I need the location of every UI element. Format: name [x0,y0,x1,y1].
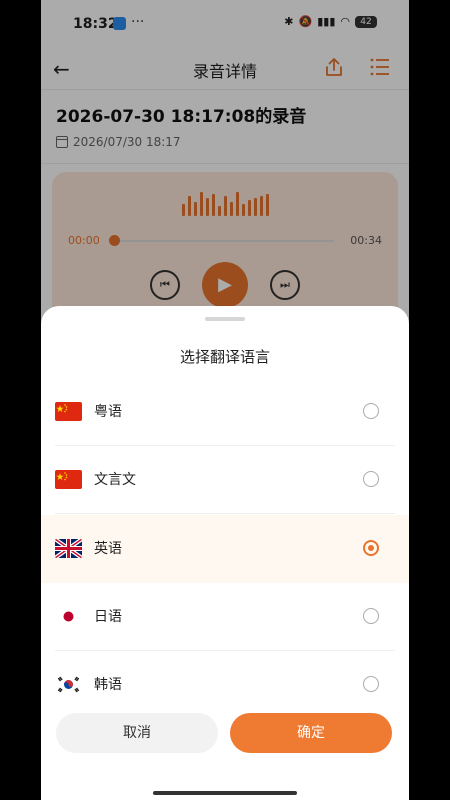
language-label: 文言文 [94,472,136,488]
language-label: 英语 [94,541,122,557]
china-flag-icon [55,402,82,421]
radio-button[interactable] [363,608,379,624]
radio-button-selected[interactable] [363,540,379,556]
language-option-korean[interactable]: 韩语 [41,651,409,719]
uk-flag-icon [55,539,82,558]
home-indicator[interactable] [153,791,297,795]
radio-button[interactable] [363,676,379,692]
japan-flag-icon [55,607,82,626]
cancel-button[interactable]: 取消 [56,713,218,753]
korea-flag-icon [55,675,82,694]
language-option-classical-chinese[interactable]: 文言文 [41,446,409,514]
language-label: 韩语 [94,677,122,693]
radio-button[interactable] [363,471,379,487]
sheet-drag-handle[interactable] [205,317,245,321]
language-option-english[interactable]: 英语 [41,515,409,583]
china-flag-icon [55,470,82,489]
language-option-cantonese[interactable]: 粤语 [41,378,409,446]
language-picker-sheet: 选择翻译语言 粤语 文言文 英语 日语 韩语 取消 确定 [41,306,409,800]
language-option-japanese[interactable]: 日语 [41,583,409,651]
sheet-title: 选择翻译语言 [179,348,270,366]
language-label: 日语 [94,609,122,625]
confirm-button[interactable]: 确定 [230,713,392,753]
phone-screen: 18:32 ··· ✱ 🔕 ▮▮▮ ◠ 42 ← 录音详情 2026-07-30… [41,0,409,800]
radio-button[interactable] [363,403,379,419]
language-label: 粤语 [94,404,122,420]
